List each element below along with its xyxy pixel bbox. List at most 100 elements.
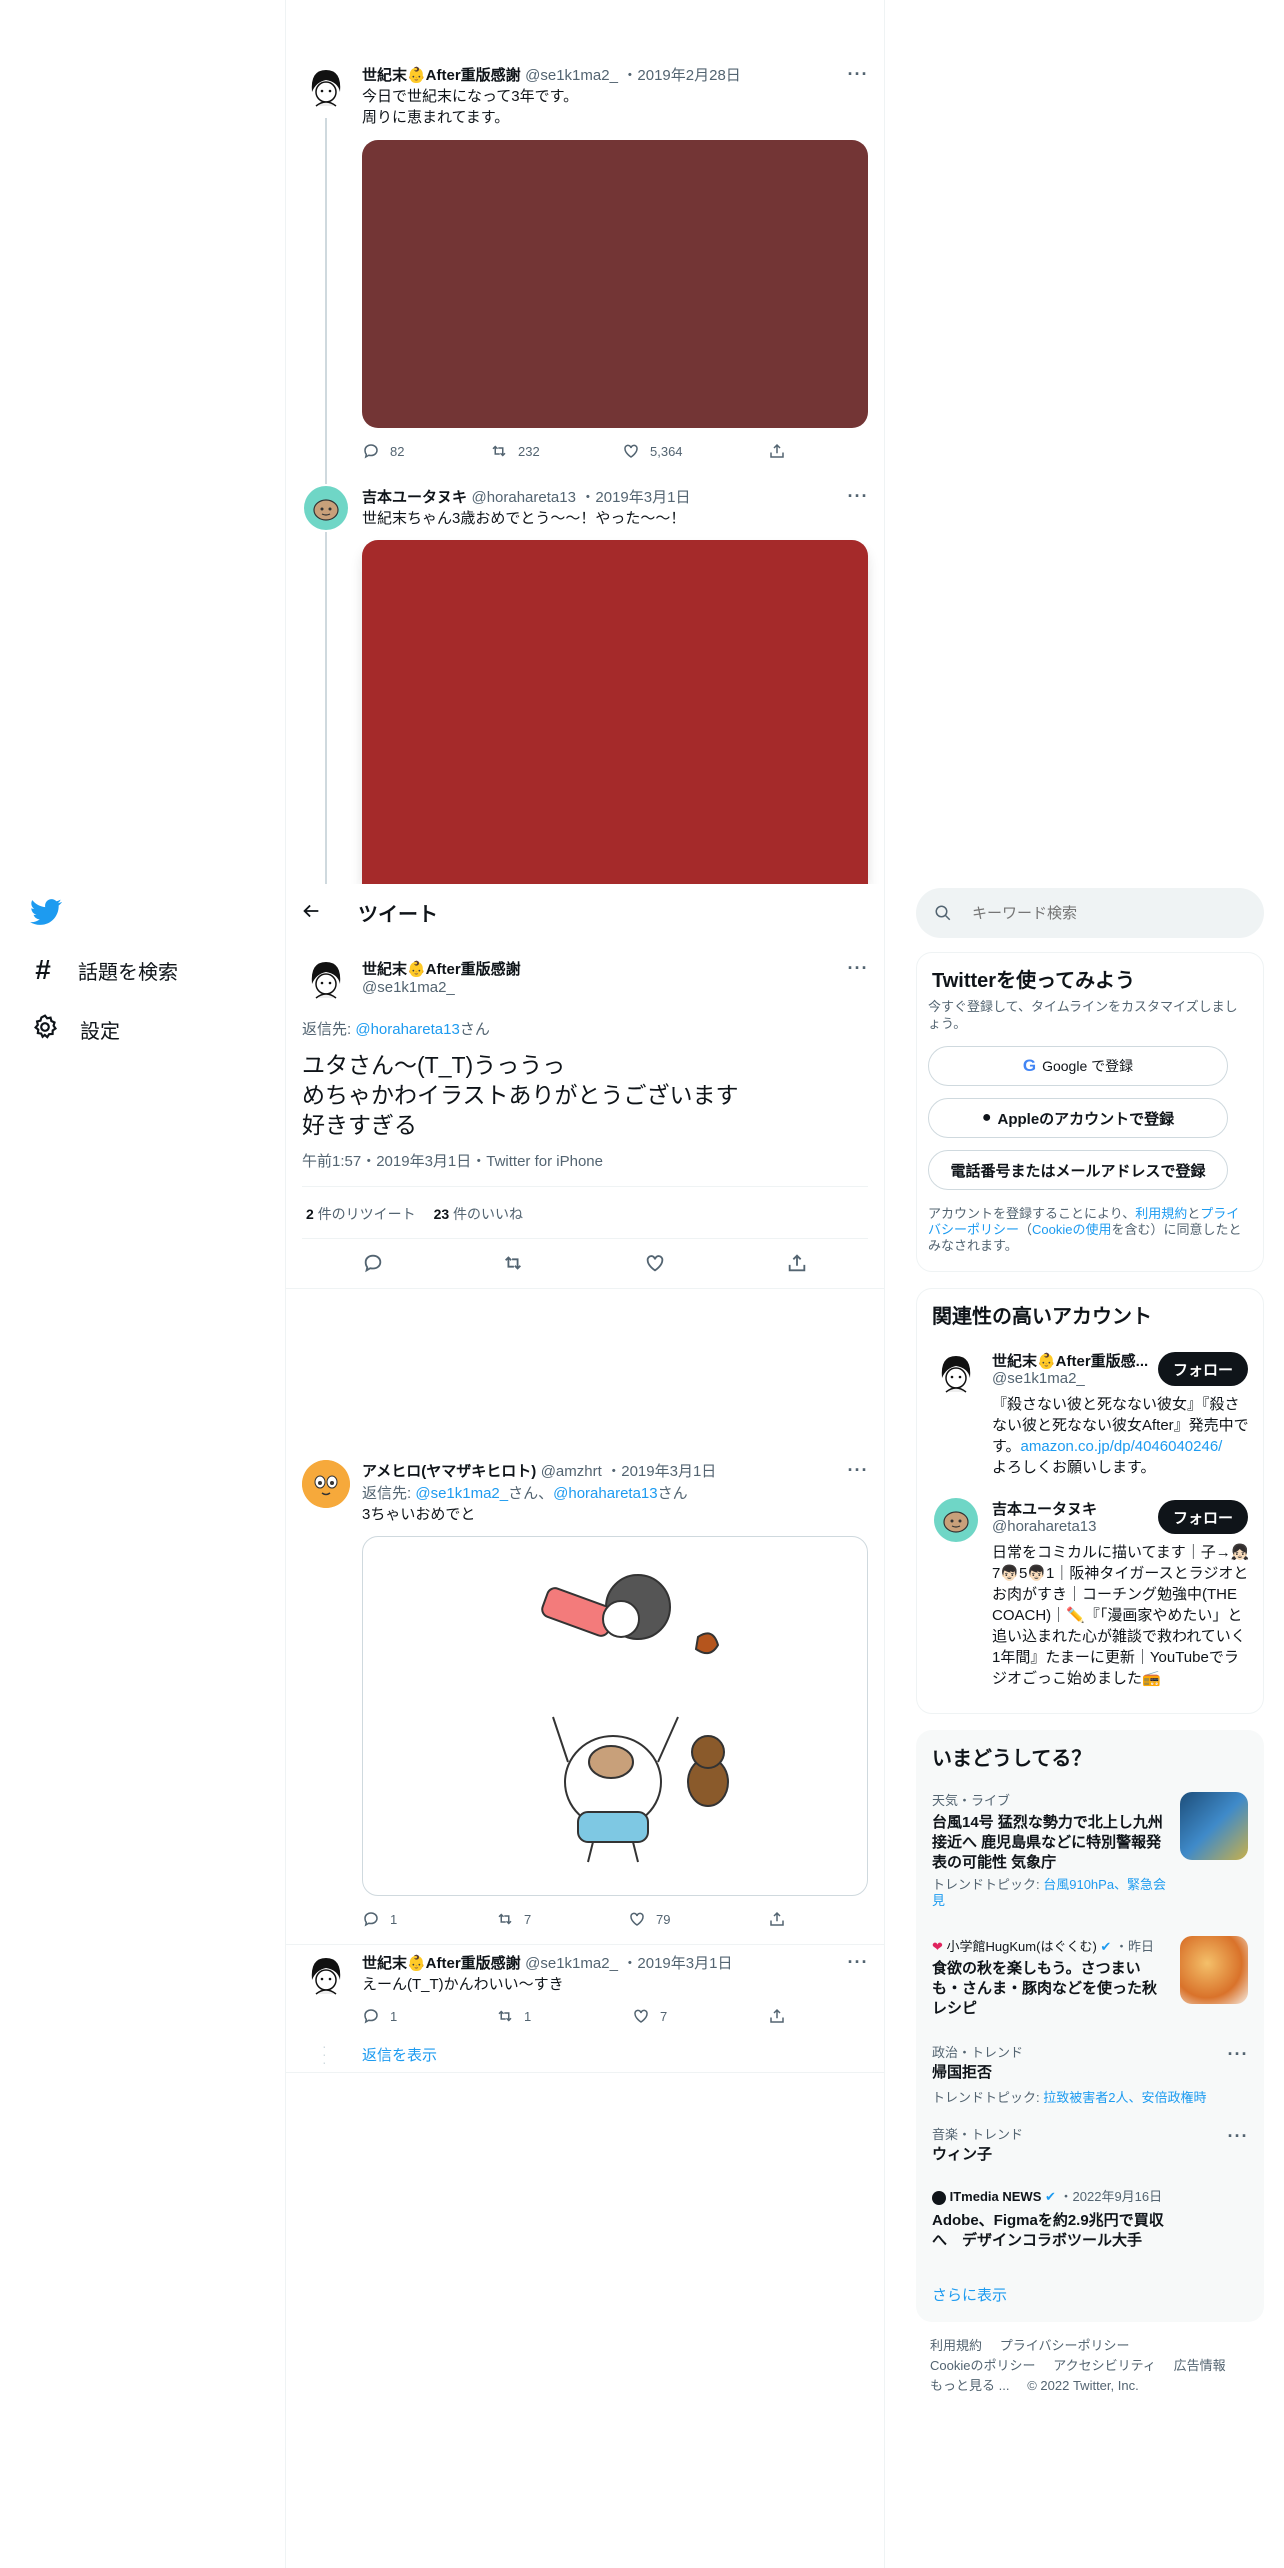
more-icon[interactable]: ··· xyxy=(846,486,870,506)
account-name[interactable]: 吉本ユータヌキ xyxy=(992,1498,1097,1519)
reply-button[interactable]: 82 xyxy=(362,441,404,461)
like-button[interactable]: 79 xyxy=(628,1909,670,1929)
trend-item[interactable]: ❤ 小学館HugKum(はぐくむ) ✔ ・昨日 食欲の秋を楽しもう。さつまいも・… xyxy=(932,1936,1168,2019)
share-icon[interactable] xyxy=(786,1252,808,1279)
retweet-button[interactable]: 7 xyxy=(496,1909,531,1929)
google-icon: G xyxy=(1022,1056,1037,1075)
divider xyxy=(286,2072,884,2073)
author-handle[interactable]: @se1k1ma2_ xyxy=(362,979,455,996)
author-name[interactable]: 世紀末👶After重版感謝 xyxy=(362,958,521,979)
tweet-media[interactable] xyxy=(362,140,868,428)
twitter-logo-icon[interactable] xyxy=(30,896,66,932)
author-handle[interactable]: @horahareta13 xyxy=(471,489,575,506)
avatar[interactable] xyxy=(302,1950,350,1998)
mention-link[interactable]: @se1k1ma2_ xyxy=(415,1485,508,1502)
trend-thumbnail[interactable] xyxy=(1180,1792,1248,1860)
avatar[interactable] xyxy=(302,954,350,1002)
retweet-button[interactable]: 232 xyxy=(490,441,540,461)
reply-button[interactable]: 1 xyxy=(362,1909,397,1929)
account-name[interactable]: 世紀末👶After重版感... xyxy=(992,1350,1152,1371)
tweet-header: アメヒロ(ヤマザキヒロト) @amzhrt ・2019年3月1日 xyxy=(362,1463,717,1480)
more-icon[interactable]: ··· xyxy=(846,1460,870,1480)
search-icon xyxy=(935,905,951,921)
trend-thumbnail[interactable] xyxy=(1180,1936,1248,2004)
tweet-date[interactable]: 2019年2月28日 xyxy=(637,67,740,84)
signup-title: Twitterを使ってみよう xyxy=(932,970,1136,992)
trend-item[interactable]: ITmedia NEWS ✔ ・2022年9月16日 Adobe、Figmaを約… xyxy=(932,2186,1168,2251)
engagement-stats: 2 件のリツイート 23 件のいいね xyxy=(306,1204,523,1224)
tweet-media[interactable] xyxy=(362,1536,868,1896)
search-input[interactable] xyxy=(972,904,1232,922)
search-box[interactable] xyxy=(916,888,1264,938)
terms-link[interactable]: 利用規約 xyxy=(1135,1206,1187,1221)
divider xyxy=(286,1288,884,1289)
more-icon[interactable]: ··· xyxy=(846,64,870,84)
account-handle[interactable]: @horahareta13 xyxy=(992,1518,1096,1535)
author-name[interactable]: 吉本ユータヌキ xyxy=(362,489,467,506)
reply-icon[interactable] xyxy=(362,1252,384,1279)
google-signup-button[interactable]: G Google で登録 xyxy=(928,1046,1228,1086)
more-icon[interactable]: ··· xyxy=(846,1952,870,1972)
show-replies-link[interactable]: 返信を表示 xyxy=(362,2044,437,2065)
author-name[interactable]: アメヒロ(ヤマザキヒロト) xyxy=(362,1463,536,1480)
cookie-link[interactable]: Cookieの使用 xyxy=(1032,1222,1111,1237)
nav-settings-label: 設定 xyxy=(80,1021,120,1043)
trend-item[interactable]: 音楽・トレンド ウィン子 xyxy=(932,2124,1232,2165)
tweet-media[interactable] xyxy=(362,540,868,884)
follow-button[interactable]: フォロー xyxy=(1158,1500,1248,1534)
likes-stat[interactable]: 23 件のいいね xyxy=(434,1206,523,1222)
nav-settings[interactable]: 設定 xyxy=(32,1014,120,1045)
retweets-stat[interactable]: 2 件のリツイート xyxy=(306,1206,416,1222)
nav-explore[interactable]: # 話題を検索 xyxy=(30,954,178,986)
like-button[interactable]: 7 xyxy=(632,2006,667,2026)
tweet-date[interactable]: 2019年3月1日 xyxy=(595,489,690,506)
author-handle[interactable]: @se1k1ma2_ xyxy=(525,1955,618,1972)
retweet-count: 232 xyxy=(518,443,540,459)
avatar[interactable] xyxy=(302,62,350,110)
footer-accessibility-link[interactable]: アクセシビリティ xyxy=(1053,2358,1156,2373)
trend-item[interactable]: 政治・トレンド 帰国拒否 トレンドトピック: 拉致被害者2人、安倍政権時 xyxy=(932,2042,1232,2106)
tweet-header: 吉本ユータヌキ @horahareta13 ・2019年3月1日 xyxy=(362,489,691,506)
author-name[interactable]: 世紀末👶After重版感謝 xyxy=(362,67,521,84)
bio-link[interactable]: amazon.co.jp/dp/4046040246/ xyxy=(1021,1438,1223,1455)
author-handle[interactable]: @amzhrt xyxy=(541,1463,602,1480)
account-handle[interactable]: @se1k1ma2_ xyxy=(992,1370,1085,1387)
retweet-icon[interactable] xyxy=(502,1252,524,1279)
tweet-date[interactable]: 2019年3月1日 xyxy=(637,1955,732,1972)
show-more-link[interactable]: さらに表示 xyxy=(932,2284,1007,2305)
retweet-button[interactable]: 1 xyxy=(496,2006,531,2026)
footer-more-link[interactable]: もっと見る ... xyxy=(930,2378,1009,2393)
like-button[interactable]: 5,364 xyxy=(622,441,683,461)
mention-link[interactable]: @horahareta13 xyxy=(553,1485,657,1502)
back-arrow-icon[interactable] xyxy=(300,900,324,924)
more-icon[interactable]: ··· xyxy=(1226,2126,1250,2146)
share-button[interactable] xyxy=(768,2006,786,2026)
author-handle[interactable]: @se1k1ma2_ xyxy=(525,67,618,84)
copyright: © 2022 Twitter, Inc. xyxy=(1027,2378,1139,2393)
tweet-date[interactable]: 2019年3月1日 xyxy=(621,1463,716,1480)
reply-button[interactable]: 1 xyxy=(362,2006,397,2026)
more-icon[interactable]: ··· xyxy=(846,958,870,978)
footer-cookie-link[interactable]: Cookieのポリシー xyxy=(930,2358,1035,2373)
footer-privacy-link[interactable]: プライバシーポリシー xyxy=(1000,2338,1130,2353)
more-icon[interactable]: ··· xyxy=(1226,2044,1250,2064)
share-button[interactable] xyxy=(768,441,786,461)
apple-signup-button[interactable]: ● Appleのアカウントで登録 xyxy=(928,1098,1228,1138)
avatar[interactable] xyxy=(302,1460,350,1508)
avatar[interactable] xyxy=(932,1496,980,1544)
footer-terms-link[interactable]: 利用規約 xyxy=(930,2338,982,2353)
author-name[interactable]: 世紀末👶After重版感謝 xyxy=(362,1955,521,1972)
follow-button[interactable]: フォロー xyxy=(1158,1352,1248,1386)
retweet-icon xyxy=(492,445,506,457)
verified-badge-icon: ✔ xyxy=(1045,2189,1056,2204)
avatar[interactable] xyxy=(302,484,350,532)
mention-link[interactable]: @horahareta13 xyxy=(355,1021,459,1038)
avatar[interactable] xyxy=(932,1348,980,1396)
heart-icon[interactable] xyxy=(644,1252,666,1279)
trend-item[interactable]: 天気・ライブ 台風14号 猛烈な勢力で北上し九州接近へ 鹿児島県などに特別警報発… xyxy=(932,1790,1168,1909)
reply-count: 82 xyxy=(390,443,405,459)
footer-ads-link[interactable]: 広告情報 xyxy=(1174,2358,1226,2373)
tweet-timestamp[interactable]: 午前1:57・2019年3月1日・Twitter for iPhone xyxy=(302,1150,603,1171)
phone-email-signup-button[interactable]: 電話番号またはメールアドレスで登録 xyxy=(928,1150,1228,1190)
share-button[interactable] xyxy=(768,1909,786,1929)
